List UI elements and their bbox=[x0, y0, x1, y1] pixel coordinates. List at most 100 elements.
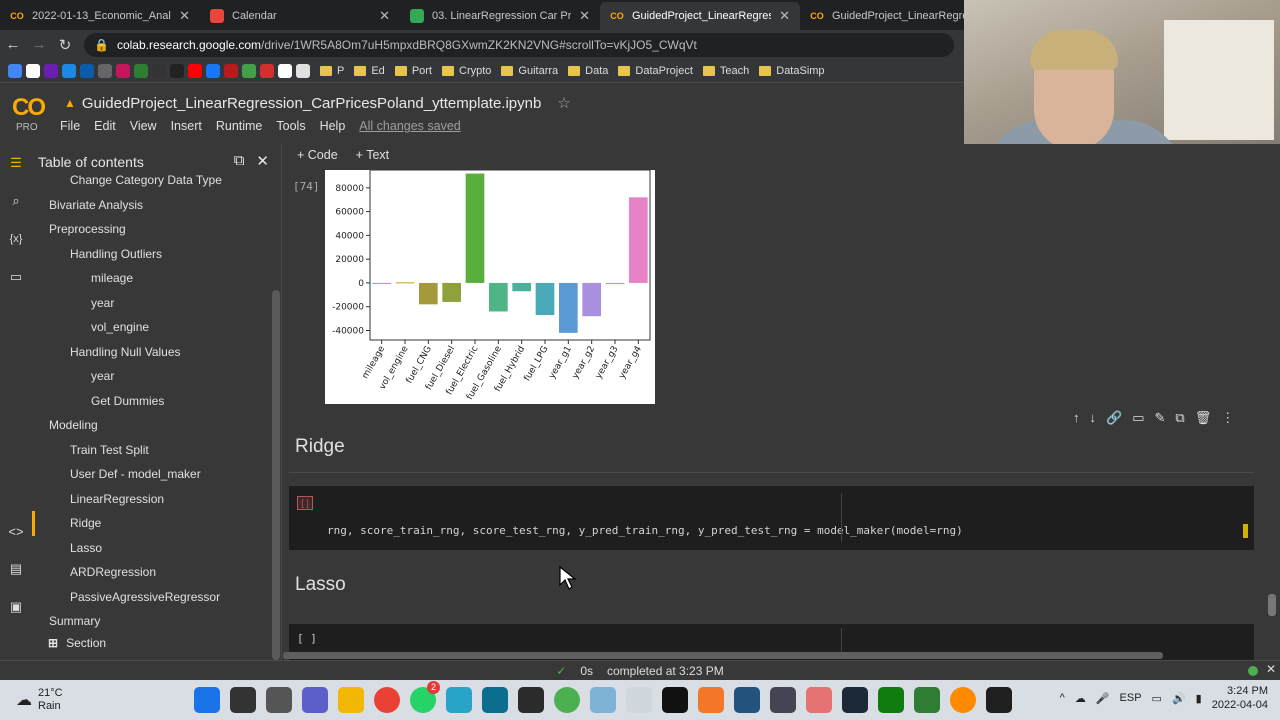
toc-item[interactable]: Modeling bbox=[32, 413, 281, 438]
search-icon[interactable]: ⌕ bbox=[0, 182, 32, 220]
toc-item[interactable]: vol_engine bbox=[32, 315, 281, 340]
toc-item[interactable]: Bivariate Analysis bbox=[32, 193, 281, 218]
language-indicator[interactable]: ESP bbox=[1120, 692, 1142, 704]
app-icon-10[interactable] bbox=[518, 687, 544, 713]
add-text-button[interactable]: + Text bbox=[356, 148, 389, 162]
browser-tab[interactable]: Calendar ✕ bbox=[200, 2, 400, 30]
browser-tab[interactable]: CO 2022-01-13_Economic_Analytics ✕ bbox=[0, 2, 200, 30]
search-taskbar-icon[interactable] bbox=[230, 687, 256, 713]
terminal-icon[interactable]: ▣ bbox=[0, 588, 32, 626]
command-palette-icon[interactable]: ▤ bbox=[0, 550, 32, 588]
url-field[interactable]: 🔒 colab.research.google.com/drive/1WR5A8… bbox=[84, 32, 954, 57]
bookmark-folder[interactable]: DataSimp bbox=[759, 65, 825, 77]
bookmark-folder[interactable]: Port bbox=[394, 65, 432, 77]
code-line[interactable]: rng, score_train_rng, score_test_rng, y_… bbox=[327, 524, 963, 537]
bookmark-icon-5[interactable] bbox=[80, 63, 94, 78]
toc-item[interactable]: Change Category Data Type bbox=[32, 168, 281, 193]
toc-item[interactable]: Ridge bbox=[32, 511, 281, 536]
move-down-icon[interactable]: ↓ bbox=[1090, 410, 1097, 426]
cloud-icon[interactable]: ☁ bbox=[1075, 692, 1086, 705]
task-view-icon[interactable] bbox=[266, 687, 292, 713]
weather-widget[interactable]: ☁ 21°C Rain bbox=[0, 687, 170, 713]
network-icon[interactable]: ▭ bbox=[1152, 692, 1162, 705]
menu-help[interactable]: Help bbox=[320, 119, 346, 133]
notebook-title[interactable]: ▲ GuidedProject_LinearRegression_CarPric… bbox=[64, 94, 571, 113]
toc-icon[interactable]: ☰ bbox=[0, 144, 32, 182]
app-icon-23[interactable] bbox=[986, 687, 1012, 713]
bookmark-icon-9[interactable] bbox=[152, 63, 166, 78]
facebook-icon[interactable] bbox=[206, 63, 220, 78]
bookmark-icon-17[interactable] bbox=[296, 63, 310, 78]
jupyter-icon[interactable] bbox=[698, 687, 724, 713]
toc-item[interactable]: year bbox=[32, 291, 281, 316]
teams-icon[interactable] bbox=[302, 687, 328, 713]
whatsapp-icon[interactable]: 2 bbox=[410, 681, 440, 713]
edit-icon[interactable]: ✎ bbox=[1154, 410, 1165, 426]
toc-item[interactable]: mileage bbox=[32, 266, 281, 291]
menu-runtime[interactable]: Runtime bbox=[216, 119, 263, 133]
toc-scrollbar[interactable] bbox=[272, 290, 280, 660]
bookmark-icon-8[interactable] bbox=[134, 63, 148, 78]
move-up-icon[interactable]: ↑ bbox=[1073, 410, 1080, 426]
reload-icon[interactable]: ↻ bbox=[52, 36, 78, 54]
toc-item[interactable]: Summary bbox=[32, 609, 281, 634]
amazon-icon[interactable] bbox=[278, 63, 292, 78]
terminal-taskbar-icon[interactable] bbox=[662, 687, 688, 713]
app-icon-11[interactable] bbox=[554, 687, 580, 713]
bookmark-folder[interactable]: Ed bbox=[354, 65, 385, 77]
delete-icon[interactable]: 🗑 bbox=[1195, 410, 1212, 426]
app-icon-9[interactable] bbox=[482, 687, 508, 713]
bookmark-icon-6[interactable] bbox=[98, 63, 112, 78]
vscode-icon[interactable] bbox=[734, 687, 760, 713]
toc-item[interactable]: LinearRegression bbox=[32, 487, 281, 512]
toc-item[interactable]: ARDRegression bbox=[32, 560, 281, 585]
bookmark-icon-14[interactable] bbox=[242, 63, 256, 78]
add-code-button[interactable]: + Code bbox=[297, 148, 338, 162]
clock[interactable]: 3:24 PM 2022-04-04 bbox=[1212, 684, 1268, 712]
toc-item[interactable]: Get Dummies bbox=[32, 389, 281, 414]
menu-file[interactable]: File bbox=[60, 119, 80, 133]
bookmark-folder[interactable]: DataProject bbox=[618, 65, 693, 77]
save-status[interactable]: All changes saved bbox=[359, 119, 460, 133]
link-icon[interactable]: 🔗 bbox=[1106, 410, 1122, 426]
toc-item[interactable]: Train Test Split bbox=[32, 438, 281, 463]
code-snippets-icon[interactable]: <> bbox=[0, 512, 32, 550]
bookmark-icon-3[interactable] bbox=[44, 63, 58, 78]
more-icon[interactable]: ⋮ bbox=[1221, 410, 1234, 426]
app-icon-22[interactable] bbox=[950, 687, 976, 713]
calculator-icon[interactable] bbox=[770, 687, 796, 713]
bookmark-folder[interactable]: Teach bbox=[702, 65, 749, 77]
bookmark-folder[interactable]: Guitarra bbox=[501, 65, 558, 77]
menu-tools[interactable]: Tools bbox=[276, 119, 305, 133]
toc-item[interactable]: Preprocessing bbox=[32, 217, 281, 242]
toc-item[interactable]: Lasso bbox=[32, 536, 281, 561]
add-section-button[interactable]: ⊞ Section bbox=[48, 636, 106, 650]
code-cell-ridge[interactable]: [ ] rng, score_train_rng, score_test_rng… bbox=[289, 486, 1254, 550]
forward-icon[interactable]: → bbox=[26, 36, 52, 53]
app-icon-12[interactable] bbox=[590, 687, 616, 713]
bookmark-icon-10[interactable] bbox=[170, 63, 184, 78]
comment-icon[interactable]: ▭ bbox=[1132, 410, 1144, 426]
toc-item[interactable]: User Def - model_maker bbox=[32, 462, 281, 487]
tab-close-icon[interactable]: ✕ bbox=[579, 8, 590, 24]
toc-item[interactable]: Handling Outliers bbox=[32, 242, 281, 267]
explorer-icon[interactable] bbox=[338, 687, 364, 713]
back-icon[interactable]: ← bbox=[0, 36, 26, 53]
run-cell-button[interactable]: [ ] bbox=[297, 496, 313, 510]
app-icon-18[interactable] bbox=[806, 687, 832, 713]
bookmark-icon-2[interactable] bbox=[26, 63, 40, 78]
xbox-icon[interactable] bbox=[878, 687, 904, 713]
copy-icon[interactable]: ⧉ bbox=[1175, 410, 1184, 426]
bookmark-icon-4[interactable] bbox=[62, 63, 76, 78]
star-icon[interactable]: ☆ bbox=[557, 94, 570, 112]
start-icon[interactable] bbox=[194, 687, 220, 713]
colab-logo[interactable]: CO PRO bbox=[12, 94, 46, 133]
menu-insert[interactable]: Insert bbox=[171, 119, 202, 133]
menu-edit[interactable]: Edit bbox=[94, 119, 116, 133]
app-icon-13[interactable] bbox=[626, 687, 652, 713]
run-cell-button-lasso[interactable]: [ ] bbox=[297, 632, 317, 645]
bookmark-icon-15[interactable] bbox=[260, 63, 274, 78]
notebook-scrollbar[interactable] bbox=[1268, 594, 1276, 616]
bookmark-icon-7[interactable] bbox=[116, 63, 130, 78]
toc-item[interactable]: Handling Null Values bbox=[32, 340, 281, 365]
